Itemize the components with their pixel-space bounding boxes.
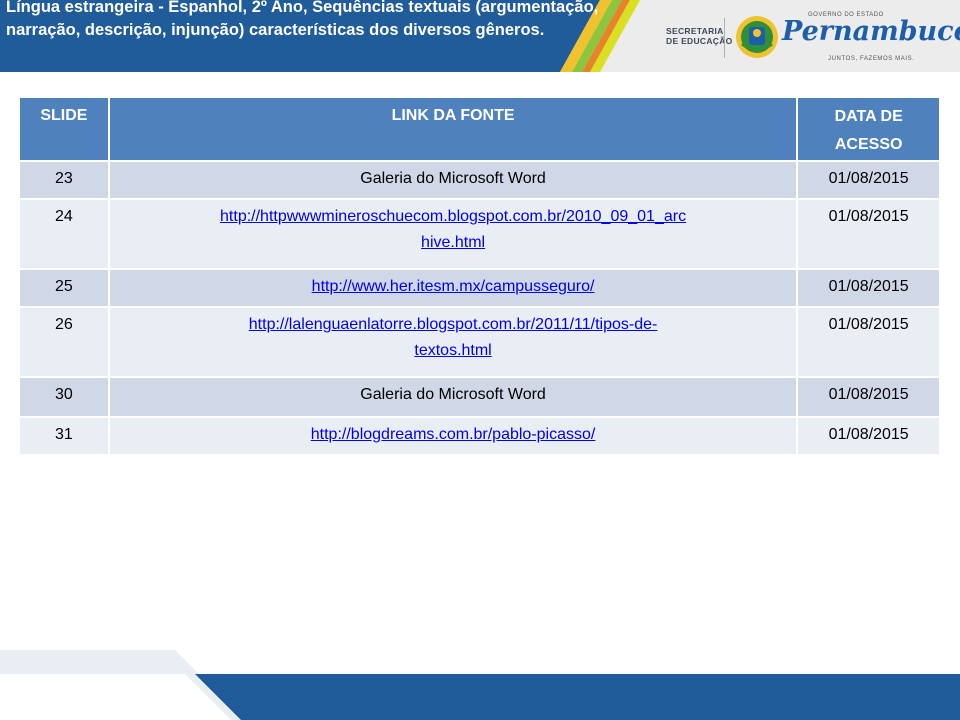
secretaria-line1: SECRETARIA bbox=[666, 26, 724, 36]
state-seal-icon bbox=[736, 16, 778, 58]
source-link-line1: http://httpwwwmineroschuecom.blogspot.co… bbox=[220, 208, 687, 225]
cell-slide: 24 bbox=[18, 198, 110, 270]
table-row: 31 http://blogdreams.com.br/pablo-picass… bbox=[18, 416, 941, 456]
header-date-line2: ACESSO bbox=[834, 136, 903, 153]
cell-source: http://www.her.itesm.mx/campusseguro/ bbox=[107, 268, 799, 308]
table-row: 30 Galeria do Microsoft Word 01/08/2015 bbox=[18, 376, 941, 418]
footer-decoration bbox=[0, 650, 960, 720]
source-link[interactable]: http://blogdreams.com.br/pablo-picasso/ bbox=[311, 426, 596, 443]
source-link-line1: http://lalenguaenlatorre.blogspot.com.br… bbox=[248, 316, 658, 333]
cell-source: Galeria do Microsoft Word bbox=[107, 160, 799, 200]
cell-date: 01/08/2015 bbox=[796, 416, 941, 456]
source-link-line2: hive.html bbox=[421, 234, 486, 251]
cell-date: 01/08/2015 bbox=[796, 160, 941, 200]
pernambuco-logo: SECRETARIA DE EDUCAÇÃO GOVERNO DO ESTADO… bbox=[656, 10, 960, 66]
cell-source: http://blogdreams.com.br/pablo-picasso/ bbox=[107, 416, 799, 456]
cell-slide: 25 bbox=[18, 268, 110, 308]
header-date-line1: DATA DE bbox=[834, 108, 903, 125]
cell-date: 01/08/2015 bbox=[796, 306, 941, 378]
cell-slide: 26 bbox=[18, 306, 110, 378]
cell-slide: 23 bbox=[18, 160, 110, 200]
source-link[interactable]: http://www.her.itesm.mx/campusseguro/ bbox=[312, 278, 595, 295]
table-row: 24 http://httpwwwmineroschuecom.blogspot… bbox=[18, 198, 941, 270]
source-link-line2: textos.html bbox=[414, 342, 492, 359]
table-row: 23 Galeria do Microsoft Word 01/08/2015 bbox=[18, 160, 941, 200]
header-bar: Língua estrangeira - Espanhol, 2º Ano, S… bbox=[0, 0, 960, 72]
header-title: Língua estrangeira - Espanhol, 2º Ano, S… bbox=[6, 0, 599, 39]
secretaria-label: SECRETARIA DE EDUCAÇÃO bbox=[666, 26, 733, 46]
cell-date: 01/08/2015 bbox=[796, 268, 941, 308]
brand-name: Pernambuco bbox=[782, 16, 960, 47]
cell-source: http://httpwwwmineroschuecom.blogspot.co… bbox=[107, 198, 799, 270]
logo-divider bbox=[724, 18, 725, 58]
source-link[interactable]: http://httpwwwmineroschuecom.blogspot.co… bbox=[220, 208, 686, 251]
header-date: DATA DE ACESSO bbox=[796, 96, 941, 162]
cell-date: 01/08/2015 bbox=[796, 198, 941, 270]
slogan: JUNTOS, FAZEMOS MAIS. bbox=[828, 56, 915, 62]
table-row: 26 http://lalenguaenlatorre.blogspot.com… bbox=[18, 306, 941, 378]
secretaria-line2: DE EDUCAÇÃO bbox=[666, 36, 733, 46]
source-link[interactable]: http://lalenguaenlatorre.blogspot.com.br… bbox=[249, 316, 658, 359]
header-slide: SLIDE bbox=[18, 96, 110, 162]
sources-table: SLIDE LINK DA FONTE DATA DE ACESSO 23 Ga… bbox=[18, 96, 941, 456]
cell-slide: 31 bbox=[18, 416, 110, 456]
cell-slide: 30 bbox=[18, 376, 110, 418]
cell-source: http://lalenguaenlatorre.blogspot.com.br… bbox=[107, 306, 799, 378]
table-row: 25 http://www.her.itesm.mx/campusseguro/… bbox=[18, 268, 941, 308]
cell-date: 01/08/2015 bbox=[796, 376, 941, 418]
header-link: LINK DA FONTE bbox=[107, 96, 799, 162]
cell-source: Galeria do Microsoft Word bbox=[107, 376, 799, 418]
table-header-row: SLIDE LINK DA FONTE DATA DE ACESSO bbox=[18, 96, 941, 162]
